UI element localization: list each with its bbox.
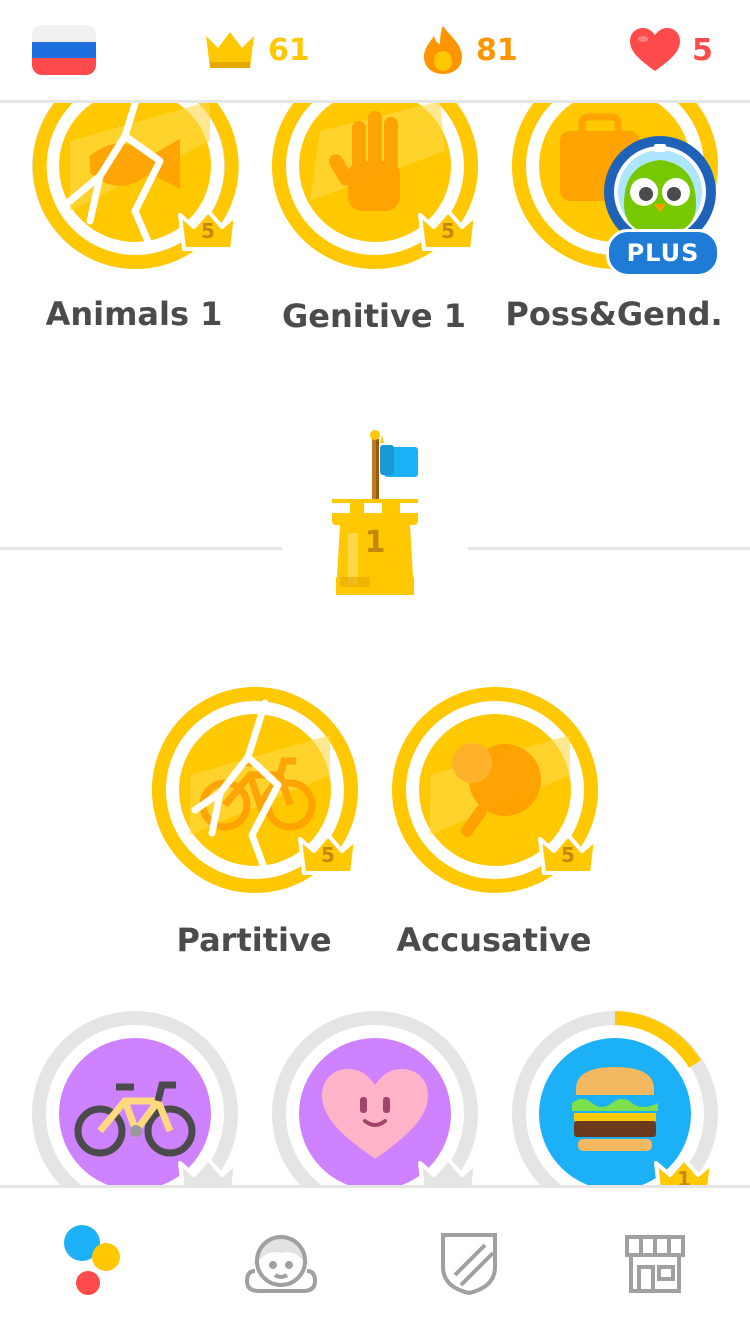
flame-icon [424,26,462,74]
crown-level-badge: 5 [536,831,600,875]
learn-icon [64,1225,120,1295]
top-bar: 61 81 5 [0,0,750,103]
skill-label: Poss&Gend. [505,295,723,333]
profile-icon [244,1234,318,1293]
streak-count: 81 [476,32,518,68]
flag-icon [380,435,384,443]
crown-level-badge: 1 [652,1155,716,1185]
checkpoint-number: 1 [364,525,386,560]
heart-icon [630,28,680,71]
shop-tab[interactable] [610,1218,700,1308]
crown-icon [206,32,254,68]
crown-level-badge: 5 [416,207,480,251]
crown-level-badge [176,1155,240,1185]
crowns-counter[interactable]: 61 [202,22,310,78]
crown-level-badge: 5 [296,831,360,875]
russian-flag-icon[interactable] [32,25,96,75]
profile-tab[interactable] [236,1218,326,1308]
skill-label: Accusative [396,921,592,959]
crown-level-badge [416,1155,480,1185]
checkpoint-castle[interactable]: 1 [322,425,442,600]
crowns-count: 61 [268,32,310,68]
checkpoint-divider [468,547,750,550]
streak-counter[interactable]: 81 [420,22,518,78]
hearts-counter[interactable]: 5 [628,22,713,78]
checkpoint-divider [0,547,282,550]
skill-label: Partitive [176,921,332,959]
crown-icon [178,1157,238,1185]
bottom-nav [0,1185,750,1337]
learn-tab[interactable] [50,1218,140,1308]
plus-badge[interactable]: PLUS [606,229,720,277]
hearts-count: 5 [692,32,713,68]
skill-label: Animals 1 [45,295,223,333]
skill-tree[interactable]: 5 Animals 1 5 Genitive 1 PLUS Poss&Gend.… [0,103,750,1185]
leagues-tab[interactable] [424,1218,514,1308]
shield-icon [441,1233,497,1295]
shop-icon [625,1235,685,1293]
crown-icon [418,1157,478,1185]
skill-label: Genitive 1 [282,297,466,335]
crown-level-badge: 5 [176,207,240,251]
